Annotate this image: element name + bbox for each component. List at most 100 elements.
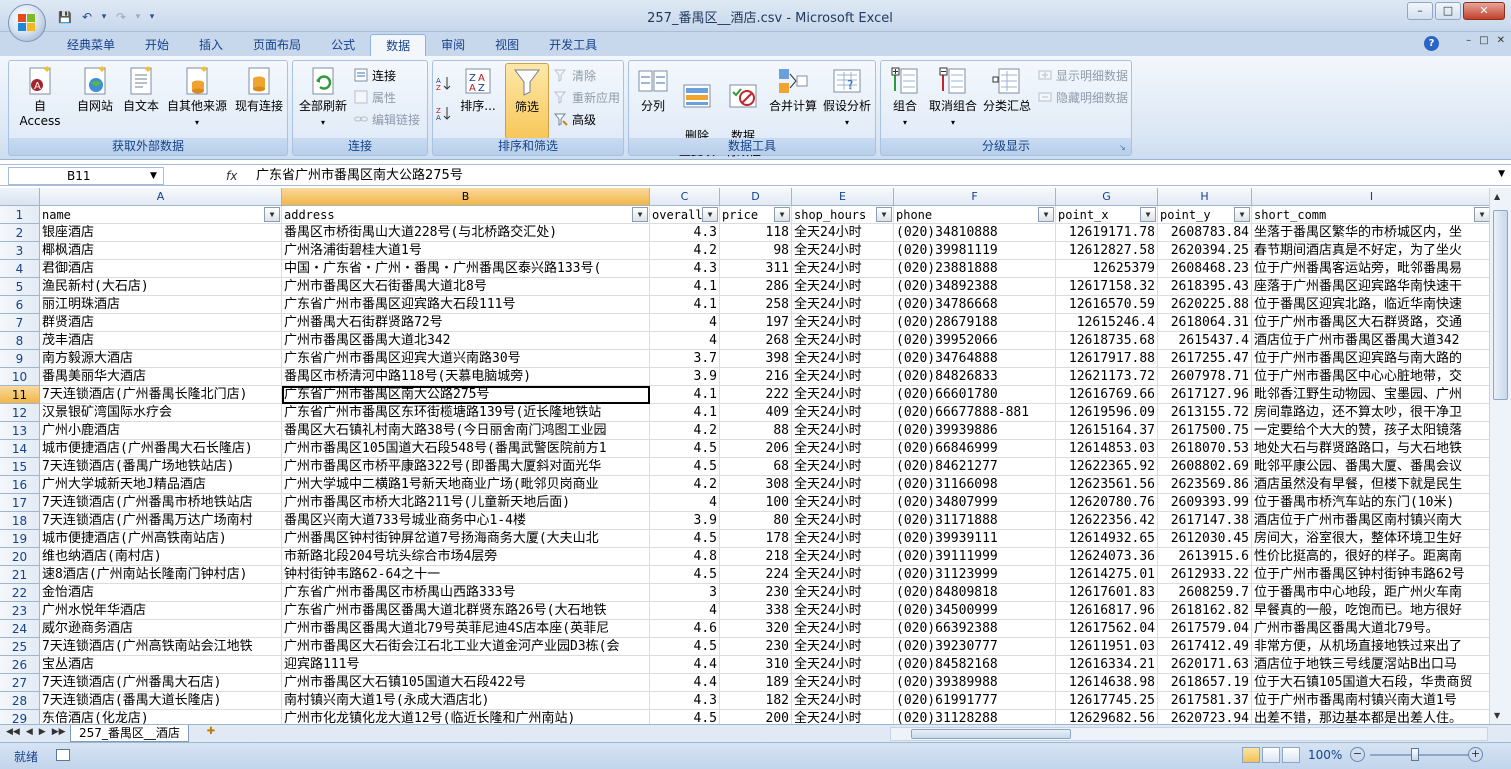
cell[interactable]: (020)34810888 [894, 224, 1056, 242]
cell[interactable]: 12623561.56 [1056, 476, 1158, 494]
cell[interactable]: 12614853.03 [1056, 440, 1158, 458]
cell[interactable]: 宝丛酒店 [40, 656, 282, 674]
row-header[interactable]: 6 [0, 296, 40, 314]
cell[interactable]: 12618735.68 [1056, 332, 1158, 350]
cell[interactable]: 广州大学城新天地J精品酒店 [40, 476, 282, 494]
cell[interactable]: 4.4 [650, 656, 720, 674]
row-header[interactable]: 9 [0, 350, 40, 368]
cell[interactable]: 银座酒店 [40, 224, 282, 242]
cell[interactable]: 2615437.4 [1158, 332, 1252, 350]
cell[interactable]: 311 [720, 260, 792, 278]
cell[interactable]: 7天连锁酒店(广州番禺市桥地铁站店 [40, 494, 282, 512]
formula-input[interactable]: 广东省广州市番禺区南大公路275号 [256, 167, 463, 185]
cell[interactable]: 全天24小时 [792, 584, 894, 602]
cell[interactable]: 全天24小时 [792, 512, 894, 530]
cell[interactable]: 4.4 [650, 674, 720, 692]
cell[interactable]: 酒店位于地铁三号线厦滘站B出口马 [1252, 656, 1492, 674]
cell[interactable]: (020)84621277 [894, 458, 1056, 476]
filter-dropdown-icon[interactable]: ▼ [702, 207, 718, 222]
cell[interactable]: 位于番禺市桥汽车站的东门(10米) [1252, 494, 1492, 512]
cell[interactable]: 12614638.98 [1056, 674, 1158, 692]
header-cell[interactable]: short_comm ▼ [1252, 206, 1492, 224]
cell[interactable]: 全天24小时 [792, 530, 894, 548]
cell[interactable]: 12629682.56 [1056, 710, 1158, 724]
column-header[interactable]: H [1158, 188, 1252, 206]
cell[interactable]: 威尔逊商务酒店 [40, 620, 282, 638]
from-access-button[interactable]: A 自 Access [13, 65, 67, 129]
cell[interactable]: (020)39952066 [894, 332, 1056, 350]
cell[interactable]: 广州小鹿酒店 [40, 422, 282, 440]
row-header[interactable]: 3 [0, 242, 40, 260]
cell[interactable]: 全天24小时 [792, 332, 894, 350]
cell[interactable]: 2617579.04 [1158, 620, 1252, 638]
scroll-down-icon[interactable]: ▼ [1494, 711, 1500, 720]
cell[interactable]: 88 [720, 422, 792, 440]
filter-dropdown-icon[interactable]: ▼ [632, 207, 648, 222]
cell[interactable]: (020)66677888-881 [894, 404, 1056, 422]
cell[interactable]: 178 [720, 530, 792, 548]
cell[interactable]: 全天24小时 [792, 458, 894, 476]
row-header[interactable]: 8 [0, 332, 40, 350]
cell[interactable]: 12611951.03 [1056, 638, 1158, 656]
cell[interactable]: 广州市番禺区市桥大北路211号(儿童新天地后面) [282, 494, 650, 512]
cell[interactable]: 12616570.59 [1056, 296, 1158, 314]
row-header[interactable]: 26 [0, 656, 40, 674]
cell[interactable]: 番禺区市桥清河中路118号(天慕电脑城旁) [282, 368, 650, 386]
cell[interactable]: 2623569.86 [1158, 476, 1252, 494]
from-text-button[interactable]: 自文本 [119, 65, 163, 114]
cell[interactable]: 100 [720, 494, 792, 512]
cell[interactable]: 广州市番禺区番禺大道北79号英菲尼迪4S店本座(英菲尼 [282, 620, 650, 638]
cell[interactable]: 全天24小时 [792, 296, 894, 314]
cell[interactable]: 市新路北段204号坑头综合市场4层旁 [282, 548, 650, 566]
cell[interactable]: 230 [720, 638, 792, 656]
redo-dropdown-icon[interactable]: ▾ [134, 8, 142, 26]
cell[interactable]: 全天24小时 [792, 602, 894, 620]
cell[interactable]: 4.3 [650, 692, 720, 710]
filter-dropdown-icon[interactable]: ▼ [1234, 207, 1250, 222]
filter-dropdown-icon[interactable]: ▼ [876, 207, 892, 222]
sort-descending-button[interactable]: ZA [435, 103, 451, 123]
cell[interactable]: 全天24小时 [792, 224, 894, 242]
column-header[interactable]: E [792, 188, 894, 206]
cell[interactable]: 7天连锁酒店(番禺广场地铁站店) [40, 458, 282, 476]
cell[interactable]: 广东省广州市番禺区番禺大道北群贤东路26号(大石地铁 [282, 602, 650, 620]
cell[interactable]: 12624073.36 [1056, 548, 1158, 566]
cell[interactable]: 全天24小时 [792, 566, 894, 584]
cell[interactable]: 座落于广州番禺区迎宾路华南快速干 [1252, 278, 1492, 296]
undo-icon[interactable]: ↶ [78, 8, 96, 26]
cell[interactable]: 全天24小时 [792, 386, 894, 404]
cell[interactable]: 全天24小时 [792, 242, 894, 260]
advanced-filter-button[interactable]: 高级 [553, 109, 596, 129]
cell[interactable]: 230 [720, 584, 792, 602]
horizontal-scroll-thumb[interactable] [911, 729, 1071, 739]
header-cell[interactable]: address ▼ [282, 206, 650, 224]
cell[interactable]: 茂丰酒店 [40, 332, 282, 350]
zoom-slider-knob[interactable] [1411, 748, 1419, 761]
cell[interactable]: 全天24小时 [792, 638, 894, 656]
cell[interactable]: 春节期间酒店真是不好定，为了坐火 [1252, 242, 1492, 260]
cell[interactable]: 全天24小时 [792, 620, 894, 638]
tab-5[interactable]: 数据 [370, 34, 427, 56]
cell[interactable]: 12616817.96 [1056, 602, 1158, 620]
cell[interactable]: 12615164.37 [1056, 422, 1158, 440]
filter-button[interactable]: 筛选 [505, 63, 549, 139]
cell[interactable]: 全天24小时 [792, 692, 894, 710]
cell[interactable]: 汉景银矿湾国际水疗会 [40, 404, 282, 422]
cell[interactable]: 12620780.76 [1056, 494, 1158, 512]
cell[interactable]: 城市便捷酒店(广州高铁南站店) [40, 530, 282, 548]
ungroup-button[interactable]: 取消组合 ▾ [927, 65, 979, 130]
text-to-columns-button[interactable]: 分列 [633, 65, 673, 114]
cell[interactable]: 2617412.49 [1158, 638, 1252, 656]
cell[interactable]: (020)39939111 [894, 530, 1056, 548]
zoom-level[interactable]: 100% [1308, 748, 1342, 762]
tab-3[interactable]: 页面布局 [238, 34, 316, 56]
filter-dropdown-icon[interactable]: ▼ [774, 207, 790, 222]
cell[interactable]: (020)23881888 [894, 260, 1056, 278]
cell[interactable]: 224 [720, 566, 792, 584]
cell[interactable]: 广州番禺大石街群贤路72号 [282, 314, 650, 332]
cell[interactable]: 番禺区大石镇礼村南大路38号(今日丽舍南门鸿图工业园 [282, 422, 650, 440]
cell[interactable]: 广州番禺区钟村街钟屏岔道7号扬海商务大厦(大夫山北 [282, 530, 650, 548]
cell[interactable]: 渔民新村(大石店) [40, 278, 282, 296]
cell[interactable]: 218 [720, 548, 792, 566]
cell[interactable]: 全天24小时 [792, 314, 894, 332]
